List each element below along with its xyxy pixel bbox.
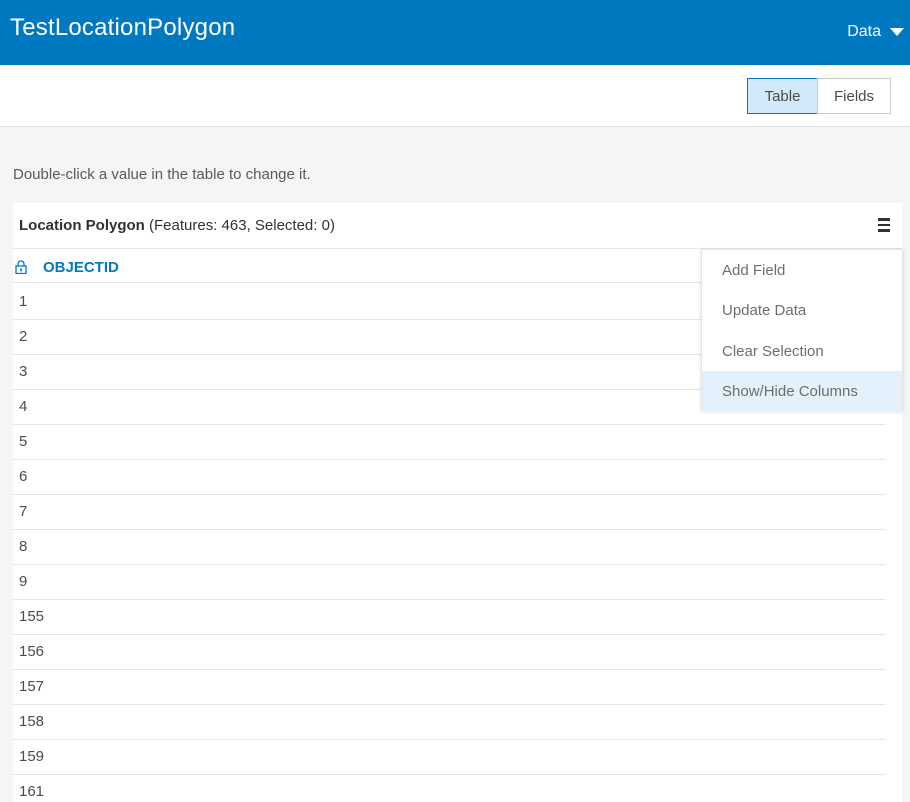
table-row[interactable]: 157 (13, 670, 885, 705)
objectid-cell[interactable]: 8 (19, 538, 27, 555)
objectid-cell[interactable]: 159 (19, 748, 44, 765)
objectid-cell[interactable]: 157 (19, 678, 44, 695)
table-view-button[interactable]: Table (747, 78, 818, 114)
view-toolbar: Table Fields (0, 65, 910, 127)
caret-down-icon (890, 28, 904, 36)
table-row[interactable]: 158 (13, 705, 885, 740)
menu-item-clear-selection[interactable]: Clear Selection (702, 331, 902, 371)
table-row[interactable]: 9 (13, 565, 885, 600)
table-options-menu-icon[interactable] (878, 218, 890, 232)
table-row[interactable]: 161 (13, 775, 885, 802)
menu-item-show-hide-columns[interactable]: Show/Hide Columns (702, 371, 902, 411)
column-header-objectid[interactable]: OBJECTID (43, 259, 119, 276)
table-row[interactable]: 8 (13, 530, 885, 565)
table-row[interactable]: 5 (13, 425, 885, 460)
app-title: TestLocationPolygon (10, 14, 236, 41)
menu-item-update-data[interactable]: Update Data (702, 290, 902, 330)
objectid-cell[interactable]: 155 (19, 608, 44, 625)
objectid-cell[interactable]: 1 (19, 293, 27, 310)
table-row[interactable]: 6 (13, 460, 885, 495)
layer-name: Location Polygon (19, 217, 145, 234)
panel-title: Location Polygon (Features: 463, Selecte… (19, 217, 335, 234)
menu-item-label: Clear Selection (722, 343, 824, 360)
objectid-cell[interactable]: 4 (19, 398, 27, 415)
objectid-cell[interactable]: 158 (19, 713, 44, 730)
objectid-cell[interactable]: 156 (19, 643, 44, 660)
table-row[interactable]: 7 (13, 495, 885, 530)
app-header: TestLocationPolygon Data (0, 0, 910, 65)
objectid-cell[interactable]: 9 (19, 573, 27, 590)
objectid-cell[interactable]: 161 (19, 783, 44, 800)
objectid-cell[interactable]: 3 (19, 363, 27, 380)
table-options-dropdown: Add Field Update Data Clear Selection Show/… (701, 249, 903, 411)
objectid-cell[interactable]: 7 (19, 503, 27, 520)
menu-item-label: Update Data (722, 302, 807, 319)
fields-view-button[interactable]: Fields (817, 78, 891, 114)
menu-item-label: Add Field (722, 262, 786, 279)
data-menu-label: Data (847, 23, 881, 40)
menu-item-label: Show/Hide Columns (722, 383, 858, 400)
table-row[interactable]: 156 (13, 635, 885, 670)
feature-counts: (Features: 463, Selected: 0) (149, 217, 335, 234)
panel-header: Location Polygon (Features: 463, Selecte… (13, 203, 902, 249)
objectid-cell[interactable]: 2 (19, 328, 27, 345)
table-row[interactable]: 159 (13, 740, 885, 775)
objectid-cell[interactable]: 6 (19, 468, 27, 485)
lock-icon (15, 260, 27, 279)
objectid-cell[interactable]: 5 (19, 433, 27, 450)
edit-instruction: Double-click a value in the table to cha… (13, 166, 311, 183)
table-row[interactable]: 155 (13, 600, 885, 635)
data-menu-button[interactable]: Data (847, 20, 904, 44)
menu-item-add-field[interactable]: Add Field (702, 250, 902, 290)
